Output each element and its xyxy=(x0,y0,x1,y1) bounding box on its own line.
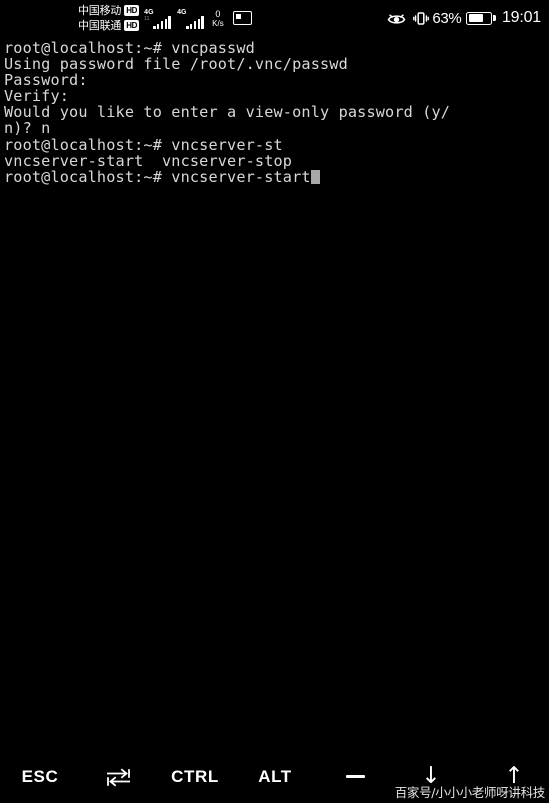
hd-badge-sim2: HD xyxy=(124,20,140,31)
terminal-output[interactable]: root@localhost:~# vncpasswd Using passwo… xyxy=(0,36,549,750)
ctrl-key[interactable]: CTRL xyxy=(160,750,230,803)
terminal-line: vncserver-start vncserver-stop xyxy=(4,151,293,170)
vibrate-icon xyxy=(413,11,430,26)
signal-indicator-sim2: 4G xyxy=(177,9,205,29)
carrier-row-sim1: 中国移动 HD xyxy=(78,3,140,18)
terminal-line: root@localhost:~# vncpasswd xyxy=(4,39,255,57)
terminal-cursor xyxy=(310,170,320,185)
eye-comfort-icon xyxy=(387,12,406,25)
carrier-row-sim2: 中国联通 HD xyxy=(78,18,140,33)
carrier-name-sim1: 中国移动 xyxy=(78,4,122,17)
battery-cap xyxy=(493,15,496,21)
signal-bars-sim2 xyxy=(186,16,205,29)
hd-badge-sim1: HD xyxy=(124,5,140,16)
watermark-text: 百家号/小小小老师呀讲科技 xyxy=(394,785,546,800)
network-speed-unit: K/s xyxy=(212,18,224,28)
screen-record-icon xyxy=(232,11,252,25)
terminal-line: Would you like to enter a view-only pass… xyxy=(4,103,451,122)
network-speed: 0 K/s xyxy=(212,5,224,31)
terminal-line: Verify: xyxy=(4,87,70,106)
terminal-current-line: root@localhost:~# vncserver-start xyxy=(4,169,549,185)
terminal-line: Password: xyxy=(4,71,88,90)
network-speed-value: 0 xyxy=(215,8,221,19)
carrier-stack: 中国移动 HD 中国联通 HD xyxy=(78,2,140,34)
clock-label: 19:01 xyxy=(501,9,541,26)
network-sub-sim1: 11 xyxy=(144,16,150,22)
minus-key-icon[interactable] xyxy=(330,750,380,803)
status-bar-left: 中国移动 HD 中国联通 HD 4G 11 4G 0 K/s xyxy=(78,0,252,36)
signal-bars-sim1 xyxy=(153,16,172,29)
status-bar-right: 63% 19:01 xyxy=(387,0,541,36)
terminal-line: Using password file /root/.vnc/passwd xyxy=(4,55,348,74)
terminal-line: n)? n xyxy=(4,119,51,138)
status-bar: 中国移动 HD 中国联通 HD 4G 11 4G 0 K/s 63% 19:01 xyxy=(0,0,549,36)
alt-key[interactable]: ALT xyxy=(246,750,304,803)
esc-key[interactable]: ESC xyxy=(6,750,74,803)
signal-group: 4G 11 4G xyxy=(144,7,210,29)
network-type-sim2: 4G xyxy=(177,9,187,16)
terminal-line: root@localhost:~# vncserver-st xyxy=(4,135,283,154)
carrier-name-sim2: 中国联通 xyxy=(78,19,122,32)
keyboard-toolbar: ESC CTRL ALT ↓ ↑ 百家号/小小小老师呀讲科技 xyxy=(0,750,549,803)
battery-percent-label: 63% xyxy=(432,9,462,27)
tab-key-icon[interactable] xyxy=(92,750,144,803)
signal-indicator-sim1: 4G 11 xyxy=(144,9,172,29)
battery-icon xyxy=(466,11,493,25)
battery-fill xyxy=(468,13,483,23)
network-type-sim1: 4G xyxy=(144,9,154,16)
terminal-prompt-text: root@localhost:~# vncserver-start xyxy=(4,167,311,186)
